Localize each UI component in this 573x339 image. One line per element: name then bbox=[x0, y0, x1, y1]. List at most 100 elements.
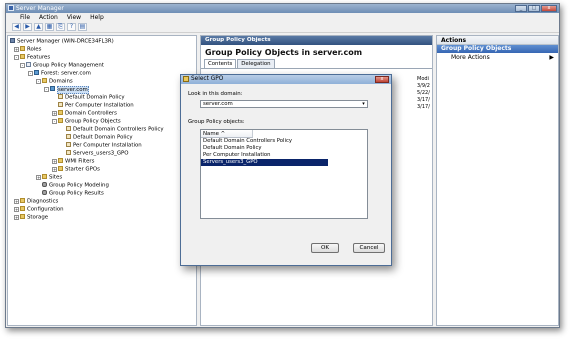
gpo-list[interactable]: Name ^ Default Domain Controllers Policy… bbox=[200, 129, 368, 219]
tree-item-diagnostics[interactable]: + Diagnostics bbox=[14, 198, 58, 205]
scroll-icon bbox=[66, 126, 71, 131]
menu-view[interactable]: View bbox=[67, 13, 81, 22]
title-bar[interactable]: Server Manager _ □ x bbox=[6, 4, 559, 13]
gpo-link-icon bbox=[58, 94, 63, 99]
scroll-icon bbox=[66, 134, 71, 139]
export-icon[interactable]: ⎘ bbox=[56, 23, 65, 31]
scroll-icon bbox=[66, 150, 71, 155]
help-icon[interactable]: ? bbox=[67, 23, 76, 31]
collapse-icon[interactable]: - bbox=[14, 54, 19, 60]
expand-icon[interactable]: + bbox=[14, 206, 19, 212]
menu-action[interactable]: Action bbox=[39, 13, 58, 22]
back-icon[interactable]: ◀ bbox=[12, 23, 21, 31]
list-item[interactable]: Default Domain Policy bbox=[201, 145, 367, 152]
tree-item-sites[interactable]: + Sites bbox=[36, 174, 62, 181]
tree-item-features[interactable]: - Features bbox=[14, 54, 50, 61]
folder-icon bbox=[58, 158, 63, 163]
tree-item-starter-gpos[interactable]: + Starter GPOs bbox=[52, 166, 100, 173]
ok-button[interactable]: OK bbox=[311, 243, 339, 253]
tab-delegation[interactable]: Delegation bbox=[237, 59, 275, 68]
menu-bar: File Action View Help bbox=[6, 13, 559, 22]
minimize-button[interactable]: _ bbox=[515, 5, 527, 12]
forward-icon[interactable]: ▶ bbox=[23, 23, 32, 31]
expand-icon[interactable]: + bbox=[36, 174, 41, 180]
tree-item-forest[interactable]: - Forest: server.com bbox=[28, 70, 91, 77]
tree-item-gpo-default-domain-policy[interactable]: Default Domain Policy bbox=[66, 134, 133, 141]
tree-item-configuration[interactable]: + Configuration bbox=[14, 206, 64, 213]
tree-item-roles[interactable]: + Roles bbox=[14, 46, 41, 53]
tab-contents[interactable]: Contents bbox=[204, 59, 237, 68]
modified-column: Modi 3/9/2 5/22/ 3/17/ 3/17/ bbox=[417, 76, 431, 196]
expand-icon[interactable]: + bbox=[14, 198, 19, 204]
list-item[interactable]: Default Domain Controllers Policy bbox=[201, 138, 367, 145]
column-header-name[interactable]: Name ^ bbox=[201, 130, 253, 138]
collapse-icon[interactable]: - bbox=[20, 62, 25, 68]
tree-item-gpo-per-computer-installation[interactable]: Per Computer Installation bbox=[66, 142, 142, 149]
expand-icon[interactable]: + bbox=[52, 166, 57, 172]
details-header: Group Policy Objects bbox=[201, 36, 432, 45]
domain-select[interactable]: server.com ▾ bbox=[200, 100, 368, 108]
tree-item-default-domain-policy-link[interactable]: Default Domain Policy bbox=[58, 94, 125, 101]
expand-icon[interactable]: + bbox=[52, 158, 57, 164]
actions-section-group-policy-objects[interactable]: Group Policy Objects bbox=[437, 45, 558, 53]
server-manager-icon bbox=[8, 5, 14, 11]
dialog-title-bar[interactable]: Select GPO x bbox=[181, 75, 391, 84]
expand-icon[interactable]: + bbox=[14, 46, 19, 52]
maximize-button[interactable]: □ bbox=[528, 5, 540, 12]
domain-icon bbox=[50, 86, 55, 91]
tree-item-gpo-default-domain-controllers-policy[interactable]: Default Domain Controllers Policy bbox=[66, 126, 164, 133]
gpo-icon bbox=[183, 76, 189, 82]
tree-item-group-policy-results[interactable]: Group Policy Results bbox=[42, 190, 104, 197]
tree-item-server-manager[interactable]: Server Manager (WIN-DRCE34FL3R) bbox=[10, 38, 114, 45]
menu-help[interactable]: Help bbox=[90, 13, 104, 22]
list-item-selected[interactable]: Servers_users3_GPO bbox=[201, 159, 328, 166]
expand-icon[interactable]: + bbox=[14, 214, 19, 220]
folder-icon bbox=[58, 110, 63, 115]
collapse-icon[interactable]: - bbox=[44, 86, 49, 92]
expand-icon[interactable]: + bbox=[52, 110, 57, 116]
collapse-icon[interactable]: - bbox=[52, 118, 57, 124]
folder-icon bbox=[42, 174, 47, 179]
forest-icon bbox=[34, 70, 39, 75]
page-title: Group Policy Objects in server.com bbox=[205, 48, 363, 57]
dialog-close-button[interactable]: x bbox=[375, 76, 389, 83]
folder-icon bbox=[58, 166, 63, 171]
tree-item-domain-controllers[interactable]: + Domain Controllers bbox=[52, 110, 117, 117]
modified-header[interactable]: Modi bbox=[417, 76, 431, 83]
folder-icon bbox=[20, 206, 25, 211]
dialog-title: Select GPO bbox=[191, 76, 224, 82]
menu-file[interactable]: File bbox=[20, 13, 30, 22]
modified-cell: 5/22/ bbox=[417, 90, 430, 96]
tree-item-group-policy-management[interactable]: - Group Policy Management bbox=[20, 62, 104, 69]
modified-cell: 3/17/ bbox=[417, 104, 430, 110]
up-icon[interactable]: ▲ bbox=[34, 23, 43, 31]
chevron-down-icon[interactable]: ▾ bbox=[360, 101, 367, 107]
gpo-link-icon bbox=[58, 102, 63, 107]
modified-cell: 3/9/2 bbox=[417, 83, 430, 89]
tree-item-per-computer-installation-link[interactable]: Per Computer Installation bbox=[58, 102, 134, 109]
tree-item-group-policy-objects[interactable]: - Group Policy Objects bbox=[52, 118, 121, 125]
tree-item-wmi-filters[interactable]: + WMI Filters bbox=[52, 158, 94, 165]
tree-item-server-com[interactable]: - server.com bbox=[44, 85, 89, 94]
properties-icon[interactable]: ▤ bbox=[78, 23, 87, 31]
list-item[interactable]: Per Computer Installation bbox=[201, 152, 367, 159]
toolbar: ◀ ▶ ▲ ▦ ⎘ ? ▤ bbox=[6, 22, 559, 33]
collapse-icon[interactable]: - bbox=[28, 70, 33, 76]
cancel-button[interactable]: Cancel bbox=[353, 243, 385, 253]
modified-cell: 3/17/ bbox=[417, 97, 430, 103]
folder-icon bbox=[58, 118, 63, 123]
more-actions-item[interactable]: More Actions ▶ bbox=[437, 53, 558, 62]
gear-icon bbox=[42, 182, 47, 187]
show-hide-tree-icon[interactable]: ▦ bbox=[45, 23, 54, 31]
collapse-icon[interactable]: - bbox=[36, 78, 41, 84]
tree-item-gpo-servers-users3[interactable]: Servers_users3_GPO bbox=[66, 150, 129, 157]
tree-item-domains[interactable]: - Domains bbox=[36, 78, 73, 85]
close-button[interactable]: x bbox=[541, 5, 557, 12]
folder-icon bbox=[42, 78, 47, 83]
tree-item-storage[interactable]: + Storage bbox=[14, 214, 48, 221]
gpo-icon bbox=[26, 62, 31, 67]
chevron-right-icon: ▶ bbox=[549, 54, 554, 61]
folder-icon bbox=[20, 198, 25, 203]
console-tree: Server Manager (WIN-DRCE34FL3R) + Roles -… bbox=[7, 35, 197, 326]
tree-item-group-policy-modeling[interactable]: Group Policy Modeling bbox=[42, 182, 109, 189]
